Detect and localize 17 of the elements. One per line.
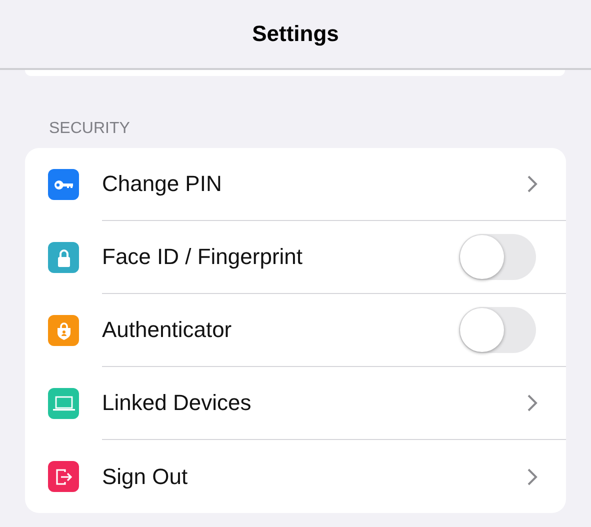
screen-title: Settings: [252, 21, 339, 47]
key-icon: [54, 180, 74, 190]
row-label[interactable]: Change PIN: [102, 171, 527, 197]
section-header: SECURITY: [49, 120, 131, 139]
chevron-icon[interactable]: [527, 394, 538, 412]
row-label[interactable]: Linked Devices: [102, 390, 527, 416]
shield-lock-icon: [56, 322, 72, 340]
chevron-icon[interactable]: [527, 175, 538, 193]
row-label[interactable]: Sign Out: [102, 464, 527, 490]
toggle-switch[interactable]: [459, 234, 536, 280]
chevron-icon[interactable]: [527, 468, 538, 486]
row-label[interactable]: Face ID / Fingerprint: [102, 244, 459, 270]
lock-icon: [56, 248, 70, 266]
sign-out-icon: [54, 468, 72, 486]
toggle-switch[interactable]: [459, 307, 536, 353]
laptop-icon: [52, 396, 74, 411]
row-label[interactable]: Authenticator: [102, 317, 459, 343]
